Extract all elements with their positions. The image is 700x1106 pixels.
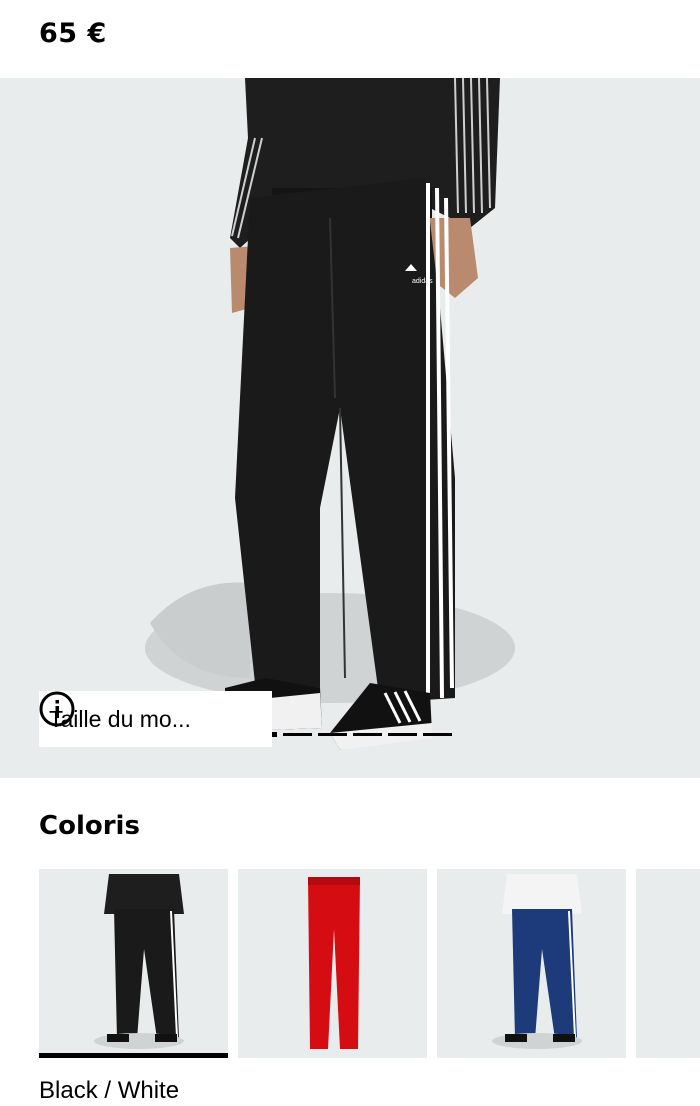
carousel-dot[interactable] <box>318 733 347 736</box>
red-pants-swatch[interactable] <box>238 869 427 1058</box>
product-price: 65 € <box>39 18 107 49</box>
carousel-dot[interactable] <box>272 732 277 737</box>
carousel-dot[interactable] <box>388 733 417 736</box>
pants-thumbnail <box>492 874 582 1049</box>
blue-pants-swatch[interactable] <box>437 869 626 1058</box>
selected-color-name: Black / White <box>39 1077 180 1104</box>
product-photo: adidas <box>145 78 515 750</box>
info-icon[interactable] <box>39 691 75 727</box>
carousel-indicator <box>272 732 452 737</box>
pants-thumbnail <box>94 874 184 1049</box>
carousel-dot[interactable] <box>423 733 452 736</box>
partial-swatch[interactable] <box>636 869 700 1058</box>
adidas-logo: adidas <box>412 278 433 285</box>
color-swatch-list <box>39 869 700 1058</box>
pants-thumbnail <box>308 877 360 1049</box>
black-pants-swatch[interactable] <box>39 869 228 1058</box>
colors-title: Coloris <box>39 811 140 841</box>
carousel-dot[interactable] <box>353 733 382 736</box>
model-size-tag[interactable]: Taille du mo... <box>39 691 272 747</box>
carousel-dot[interactable] <box>283 733 312 736</box>
product-image-carousel[interactable]: adidas Taille du mo... <box>0 78 700 778</box>
